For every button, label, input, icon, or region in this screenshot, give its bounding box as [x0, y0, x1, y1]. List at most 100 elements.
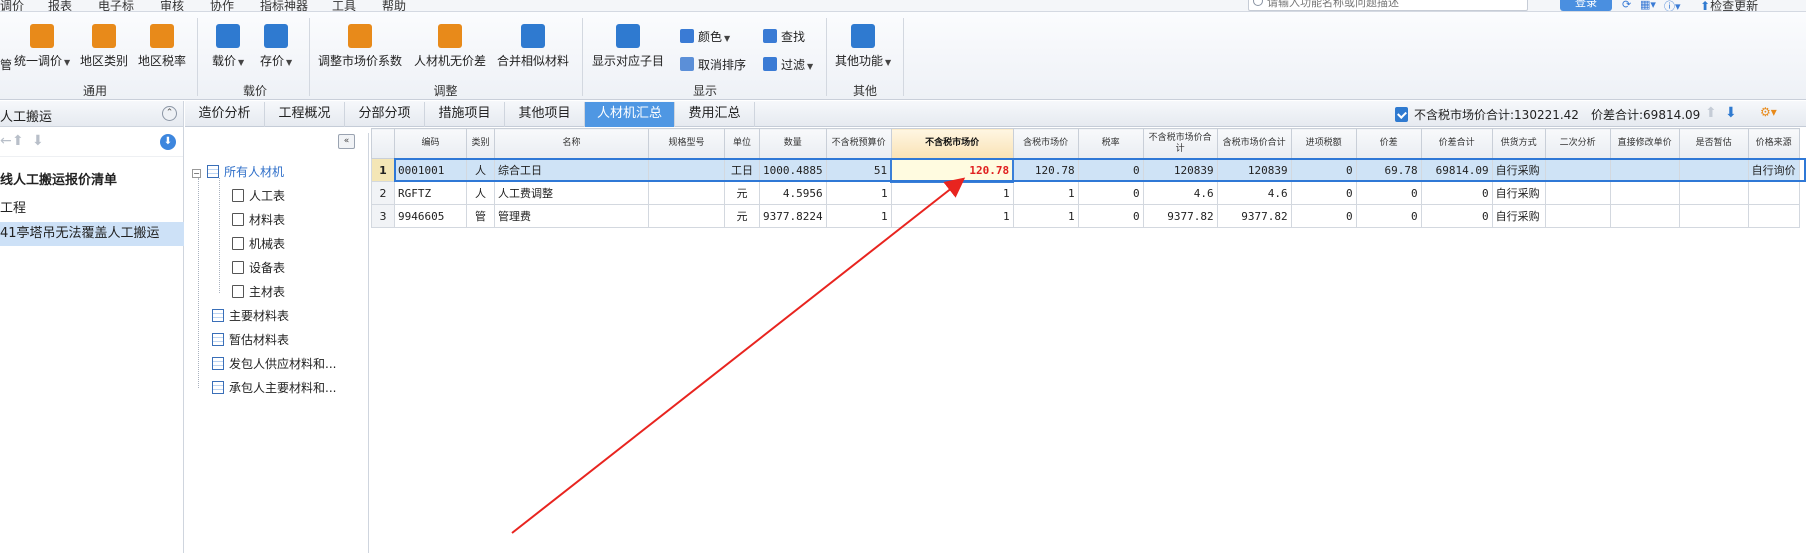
cell-category[interactable]: 人	[466, 158, 495, 182]
cell-market-total-excl-tax[interactable]: 120839	[1142, 158, 1218, 182]
tab-cost-analysis[interactable]: 造价分析	[185, 102, 265, 127]
cell-price-source[interactable]	[1747, 204, 1800, 228]
tree-node-provisional-materials[interactable]: 暂估材料表	[212, 330, 289, 350]
collapse-up-icon[interactable]: ⌃	[162, 106, 177, 121]
row-number[interactable]: 2	[371, 181, 395, 205]
function-search-input[interactable]	[1267, 0, 1522, 10]
cell-spec[interactable]	[648, 181, 725, 205]
cell-unit[interactable]: 元	[724, 181, 760, 205]
cell-price-diff[interactable]: 0	[1355, 181, 1422, 205]
tree-node-materials[interactable]: 材料表	[232, 210, 285, 230]
col-header-supply-method[interactable]: 供货方式	[1491, 128, 1546, 159]
menu-item-index-tool[interactable]: 指标神器	[260, 0, 308, 11]
row-number[interactable]: 3	[371, 204, 395, 228]
cancel-sort-button[interactable]: 取消排序	[680, 56, 746, 73]
col-header-input-tax[interactable]: 进项税额	[1290, 128, 1357, 159]
refresh-icon[interactable]: ⟳	[1622, 0, 1631, 11]
region-category-button[interactable]: 地区类别	[80, 24, 128, 69]
col-header-market-total-excl-tax[interactable]: 不含税市场价合计	[1142, 128, 1218, 159]
col-header-price-diff-total[interactable]: 价差合计	[1420, 128, 1493, 159]
col-header-market-price-excl-tax[interactable]: 不含税市场价	[890, 128, 1014, 159]
col-header-quantity[interactable]: 数量	[759, 128, 827, 159]
merge-similar-materials-button[interactable]: 合并相似材料	[497, 24, 569, 69]
cell-code[interactable]: RGFTZ	[394, 181, 467, 205]
grid-menu-icon[interactable]: ▦▾	[1640, 0, 1656, 11]
region-tax-rate-button[interactable]: 地区税率	[138, 24, 186, 69]
cell-supply-method[interactable]: 自行采购	[1491, 181, 1546, 205]
col-header-market-total-incl-tax[interactable]: 含税市场价合计	[1216, 128, 1292, 159]
cell-quantity[interactable]: 4.5956	[759, 181, 827, 205]
col-header-market-price-incl-tax[interactable]: 含税市场价	[1012, 128, 1079, 159]
cell-spec[interactable]	[648, 204, 725, 228]
cell-spec[interactable]	[648, 158, 725, 182]
cell-tax-rate[interactable]: 0	[1077, 158, 1144, 182]
col-header-budget-price[interactable]: 不含税预算价	[825, 128, 892, 159]
tab-measures[interactable]: 措施项目	[425, 102, 505, 127]
filter-button[interactable]: 过滤 ▼	[763, 56, 813, 73]
cell-price-diff[interactable]: 0	[1355, 204, 1422, 228]
cell-market-total-incl-tax[interactable]: 120839	[1216, 158, 1292, 182]
tree-node-main-materials[interactable]: 主材表	[232, 282, 285, 302]
load-price-button[interactable]: 载价 ▼	[212, 24, 244, 69]
tree-node-key-materials[interactable]: 主要材料表	[212, 306, 289, 326]
col-header-code[interactable]: 编码	[394, 128, 467, 159]
cell-code[interactable]: 0001001	[394, 158, 467, 182]
col-header-unit[interactable]: 单位	[724, 128, 760, 159]
cell-supply-method[interactable]: 自行采购	[1491, 204, 1546, 228]
menu-item-report[interactable]: 报表	[48, 0, 72, 11]
tab-labor-material-machine-summary[interactable]: 人材机汇总	[585, 102, 675, 127]
cell-price-diff-total[interactable]: 0	[1420, 204, 1493, 228]
menu-item-e-bid[interactable]: 电子标	[98, 0, 134, 11]
cell-market-total-excl-tax[interactable]: 4.6	[1142, 181, 1218, 205]
col-header-direct-edit-price[interactable]: 直接修改单价	[1609, 128, 1680, 159]
collapse-left-icon[interactable]: «	[338, 134, 355, 149]
check-update-button[interactable]: ⬆检查更新	[1700, 0, 1758, 11]
menu-item-collaborate[interactable]: 协作	[210, 0, 234, 11]
cell-unit[interactable]: 元	[724, 204, 760, 228]
table-row[interactable]: 3 9946605 管 管理费 元 9377.8224 1 1 1 0 9377…	[371, 204, 1800, 228]
menu-item-tools[interactable]: 工具	[332, 0, 356, 11]
collapse-box-icon[interactable]: −	[192, 169, 201, 178]
cell-market-price-incl-tax[interactable]: 120.78	[1012, 158, 1079, 182]
cell-direct-edit-price[interactable]	[1609, 204, 1680, 228]
cell-price-diff-total[interactable]: 0	[1420, 181, 1493, 205]
cell-is-provisional[interactable]	[1678, 181, 1749, 205]
tab-cost-summary[interactable]: 费用汇总	[675, 102, 755, 127]
login-button[interactable]: 登录	[1560, 0, 1612, 11]
cell-tax-rate[interactable]: 0	[1077, 204, 1144, 228]
col-header-price-source[interactable]: 价格来源	[1747, 128, 1800, 159]
cell-price-diff-total[interactable]: 69814.09	[1420, 158, 1493, 182]
cell-budget-price[interactable]: 1	[825, 181, 892, 205]
cell-input-tax[interactable]: 0	[1290, 181, 1357, 205]
row-number[interactable]: 1	[371, 158, 395, 182]
cell-name[interactable]: 综合工日	[494, 158, 649, 182]
menu-item-review[interactable]: 审核	[160, 0, 184, 11]
function-search-box[interactable]	[1248, 0, 1528, 11]
other-functions-button[interactable]: 其他功能 ▼	[835, 24, 891, 69]
col-header-price-diff[interactable]: 价差	[1355, 128, 1422, 159]
cell-budget-price[interactable]: 1	[825, 204, 892, 228]
arrow-up-icon[interactable]: ⬆	[1705, 105, 1717, 121]
col-header-secondary-analysis[interactable]: 二次分析	[1544, 128, 1611, 159]
color-button[interactable]: 颜色 ▼	[680, 28, 730, 45]
cell-market-price[interactable]: 1	[890, 181, 1014, 205]
cell-input-tax[interactable]: 0	[1290, 204, 1357, 228]
cell-tax-rate[interactable]: 0	[1077, 181, 1144, 205]
cell-direct-edit-price[interactable]	[1609, 181, 1680, 205]
tab-project-overview[interactable]: 工程概况	[265, 102, 345, 127]
find-button[interactable]: 查找	[763, 28, 805, 45]
cell-market-price-incl-tax[interactable]: 1	[1012, 181, 1079, 205]
show-sub-items-button[interactable]: 显示对应子目	[592, 24, 664, 69]
project-node-unit[interactable]: 工程	[0, 197, 184, 221]
col-header-category[interactable]: 类别	[466, 128, 495, 159]
cell-name[interactable]: 管理费	[494, 204, 649, 228]
cell-secondary-analysis[interactable]	[1544, 158, 1611, 182]
tree-node-employer-supplied[interactable]: 发包人供应材料和...	[212, 354, 336, 374]
settings-gear-icon[interactable]: ⚙▾	[1760, 105, 1777, 119]
cell-market-price-editing[interactable]: 120.78	[890, 157, 1015, 183]
menu-item-help[interactable]: 帮助	[382, 0, 406, 11]
col-header-tax-rate[interactable]: 税率	[1077, 128, 1144, 159]
move-down-icon[interactable]: ⬇	[32, 133, 44, 149]
table-row[interactable]: 2 RGFTZ 人 人工费调整 元 4.5956 1 1 1 0 4.6 4.6…	[371, 181, 1800, 205]
unified-pricing-button[interactable]: 统一调价 ▼	[14, 24, 70, 69]
